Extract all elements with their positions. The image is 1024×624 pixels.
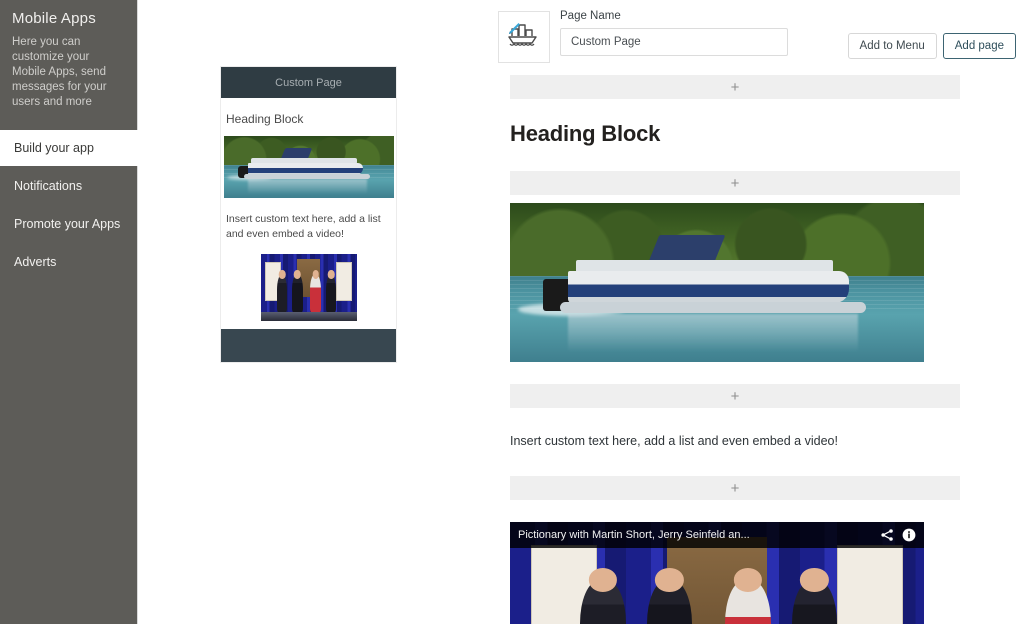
preview-pane: Custom Page Heading Block	[139, 0, 494, 624]
sidebar: Mobile Apps Here you can customize your …	[0, 0, 138, 624]
easel-right	[336, 262, 351, 301]
video-block[interactable]: Pictionary with Martin Short, Jerry Sein…	[510, 522, 924, 624]
editor-toolbar: Page Name Add to Menu Add page	[494, 0, 1024, 63]
head	[294, 270, 301, 278]
add-block-bar[interactable]: +	[510, 75, 960, 99]
video-thumbnail	[261, 254, 357, 321]
video-title: Pictionary with Martin Short, Jerry Sein…	[518, 529, 872, 541]
editor-pane: Page Name Add to Menu Add page + Heading…	[494, 0, 1024, 624]
share-icon[interactable]	[880, 528, 894, 542]
sidebar-item-label: Build your app	[14, 141, 94, 155]
head	[312, 270, 319, 278]
image-block[interactable]	[510, 203, 924, 362]
add-block-bar[interactable]: +	[510, 171, 960, 195]
sidebar-item-build-your-app[interactable]: Build your app	[0, 130, 138, 166]
boat-pontoon	[560, 302, 866, 313]
phone-heading-block: Heading Block	[221, 98, 396, 136]
head	[734, 568, 762, 591]
person-figure	[310, 275, 321, 313]
boat-hull	[568, 271, 850, 303]
head	[800, 568, 828, 591]
video-title-bar: Pictionary with Martin Short, Jerry Sein…	[510, 522, 924, 548]
sidebar-item-label: Notifications	[14, 179, 82, 193]
boat-reflection	[568, 314, 858, 352]
phone-header-title: Custom Page	[275, 77, 342, 89]
boat-hull	[248, 163, 364, 175]
pencil-icon	[507, 21, 522, 36]
sidebar-item-promote-your-apps[interactable]: Promote your Apps	[0, 206, 137, 242]
text-block[interactable]: Insert custom text here, add a list and …	[510, 416, 960, 468]
page-icon-button[interactable]	[498, 11, 550, 63]
boat-reflection	[248, 179, 367, 194]
phone-body: Heading Block Insert custom text he	[221, 98, 396, 321]
sidebar-item-adverts[interactable]: Adverts	[0, 244, 137, 280]
head	[279, 270, 286, 278]
sidebar-item-label: Promote your Apps	[14, 217, 120, 231]
add-block-bar[interactable]: +	[510, 476, 960, 500]
person-figure	[292, 275, 303, 313]
add-block-bar[interactable]: +	[510, 384, 960, 408]
head	[589, 568, 617, 591]
sidebar-nav: Build your app Notifications Promote you…	[0, 130, 137, 280]
editor-canvas: + Heading Block + + Insert custom text h	[494, 63, 1024, 624]
sidebar-description: Here you can customize your Mobile Apps,…	[0, 27, 137, 110]
phone-image-block	[224, 136, 394, 198]
info-icon[interactable]	[902, 528, 916, 542]
stage-floor	[261, 312, 357, 321]
phone-preview: Custom Page Heading Block	[221, 67, 396, 362]
app-root: Mobile Apps Here you can customize your …	[0, 0, 1024, 624]
phone-video-block[interactable]	[261, 254, 357, 321]
page-name-input[interactable]	[560, 28, 788, 56]
easel-right	[837, 545, 903, 624]
phone-header: Custom Page	[221, 67, 396, 98]
sidebar-item-notifications[interactable]: Notifications	[0, 168, 137, 204]
boat-pontoon	[244, 174, 370, 178]
toolbar-actions: Add to Menu Add page	[848, 6, 1024, 59]
person-figure	[277, 275, 288, 313]
phone-footer	[221, 329, 396, 362]
add-to-menu-button[interactable]: Add to Menu	[848, 33, 937, 59]
head	[655, 568, 683, 591]
sidebar-title: Mobile Apps	[0, 0, 137, 27]
phone-text-block: Insert custom text here, add a list and …	[221, 198, 396, 254]
page-name-label: Page Name	[560, 10, 848, 22]
page-name-field-group: Page Name	[560, 6, 848, 56]
sidebar-item-label: Adverts	[14, 255, 56, 269]
add-page-button[interactable]: Add page	[943, 33, 1016, 59]
heading-block[interactable]: Heading Block	[510, 107, 960, 163]
person-figure	[326, 275, 337, 313]
boat-photo	[510, 203, 924, 362]
boat-photo	[224, 136, 394, 198]
head	[328, 270, 335, 278]
